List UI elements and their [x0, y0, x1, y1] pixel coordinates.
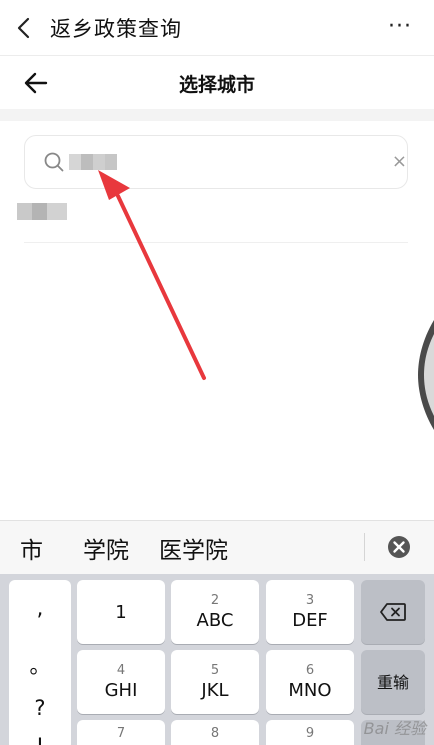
key-4[interactable]: 4 GHI [77, 650, 165, 714]
backspace-button[interactable] [361, 580, 425, 644]
punctuation-key[interactable]: ! [9, 734, 71, 745]
punctuation-key[interactable]: 。 [9, 650, 71, 680]
key-1[interactable]: 1 [77, 580, 165, 644]
retype-button[interactable]: 重输 [361, 650, 425, 714]
section-divider [0, 109, 434, 121]
chevron-left-icon [17, 17, 30, 38]
more-options-icon[interactable]: ··· [388, 16, 412, 38]
app-screen: 返乡政策查询 ··· 选择城市 × 市 学院 医学院 , 。 ? 1 2 ABC… [0, 0, 434, 745]
key-5[interactable]: 5 JKL [171, 650, 259, 714]
candidate-item[interactable]: 学院 [83, 531, 129, 565]
key-2[interactable]: 2 ABC [171, 580, 259, 644]
punctuation-key[interactable]: , [9, 596, 71, 620]
app-title: 返乡政策查询 [50, 16, 182, 41]
close-circle-icon[interactable] [387, 535, 411, 559]
top-bar: 返乡政策查询 ··· [0, 0, 434, 56]
back-button[interactable] [2, 0, 46, 56]
candidate-item[interactable]: 医学院 [159, 531, 228, 565]
search-icon [44, 152, 64, 172]
key-6[interactable]: 6 MNO [266, 650, 354, 714]
search-result-item[interactable] [17, 203, 67, 220]
arrow-left-icon[interactable] [22, 69, 50, 97]
punctuation-column[interactable]: , 。 ? ! [9, 580, 71, 745]
floating-edge-handle[interactable] [418, 320, 434, 430]
key-8[interactable]: 8 [171, 720, 259, 745]
key-7[interactable]: 7 [77, 720, 165, 745]
page-header: 选择城市 [0, 57, 434, 109]
punctuation-key[interactable]: ? [9, 696, 71, 720]
search-input[interactable] [69, 154, 117, 170]
key-3[interactable]: 3 DEF [266, 580, 354, 644]
watermark-text: Bai 经验 [363, 719, 426, 738]
key-9[interactable]: 9 [266, 720, 354, 745]
clear-icon[interactable]: × [392, 151, 407, 173]
candidate-item[interactable]: 市 [20, 531, 43, 565]
ime-candidate-bar: 市 学院 医学院 [0, 520, 434, 574]
page-title: 选择城市 [178, 73, 255, 96]
result-divider [24, 242, 408, 243]
keyboard: , 。 ? ! 1 2 ABC 3 DEF 4 GHI [0, 574, 434, 745]
search-box[interactable]: × [24, 135, 408, 189]
candidate-separator [364, 533, 365, 561]
backspace-icon [380, 603, 406, 621]
